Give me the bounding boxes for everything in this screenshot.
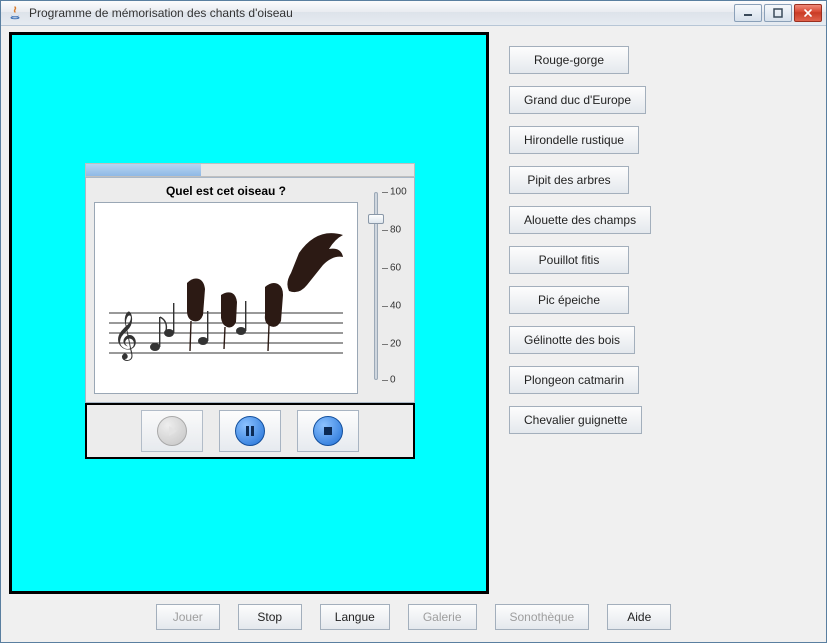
bird-option[interactable]: Plongeon catmarin [509,366,639,394]
image-column: Quel est cet oiseau ? [94,184,358,394]
java-app-icon [7,5,23,21]
aide-button[interactable]: Aide [607,604,671,630]
jouer-button[interactable]: Jouer [156,604,220,630]
bottom-toolbar: Jouer Stop Langue Galerie Sonothèque Aid… [9,594,818,632]
stop-toolbar-button[interactable]: Stop [238,604,302,630]
stop-button[interactable] [297,410,359,452]
bird-image: 𝄞 [94,202,358,394]
pause-icon [235,416,265,446]
content-row: Quel est cet oiseau ? [9,32,818,594]
progress-bar [85,163,415,177]
app-window: Programme de mémorisation des chants d'o… [0,0,827,643]
bird-option[interactable]: Pipit des arbres [509,166,629,194]
question-label: Quel est cet oiseau ? [94,184,358,198]
volume-slider-column: 100 80 60 40 20 0 [364,184,406,394]
client-area: Quel est cet oiseau ? [1,26,826,642]
galerie-button[interactable]: Galerie [408,604,477,630]
bird-option[interactable]: Rouge-gorge [509,46,629,74]
pause-button[interactable] [219,410,281,452]
window-title: Programme de mémorisation des chants d'o… [29,6,734,20]
volume-thumb[interactable] [368,214,384,224]
play-icon [157,416,187,446]
quiz-body: Quel est cet oiseau ? [85,177,415,403]
bird-option[interactable]: Grand duc d'Europe [509,86,646,114]
maximize-button[interactable] [764,4,792,22]
play-button[interactable] [141,410,203,452]
birds-on-staff-illustration: 𝄞 [101,213,351,383]
close-button[interactable] [794,4,822,22]
bird-option[interactable]: Pouillot fitis [509,246,629,274]
titlebar: Programme de mémorisation des chants d'o… [1,1,826,26]
sonotheque-button[interactable]: Sonothèque [495,604,590,630]
bird-answer-panel: Rouge-gorge Grand duc d'Europe Hirondell… [499,32,818,594]
volume-slider[interactable]: 100 80 60 40 20 0 [364,186,406,386]
window-controls [734,4,822,22]
bird-option[interactable]: Gélinotte des bois [509,326,635,354]
stage-panel: Quel est cet oiseau ? [9,32,489,594]
bird-option[interactable]: Hirondelle rustique [509,126,639,154]
progress-fill [86,164,201,176]
langue-button[interactable]: Langue [320,604,390,630]
bird-option[interactable]: Chevalier guignette [509,406,642,434]
quiz-card: Quel est cet oiseau ? [85,163,415,459]
playback-controls [85,403,415,459]
svg-text:𝄞: 𝄞 [113,311,138,361]
stop-icon [313,416,343,446]
minimize-button[interactable] [734,4,762,22]
bird-option[interactable]: Alouette des champs [509,206,651,234]
bird-option[interactable]: Pic épeiche [509,286,629,314]
